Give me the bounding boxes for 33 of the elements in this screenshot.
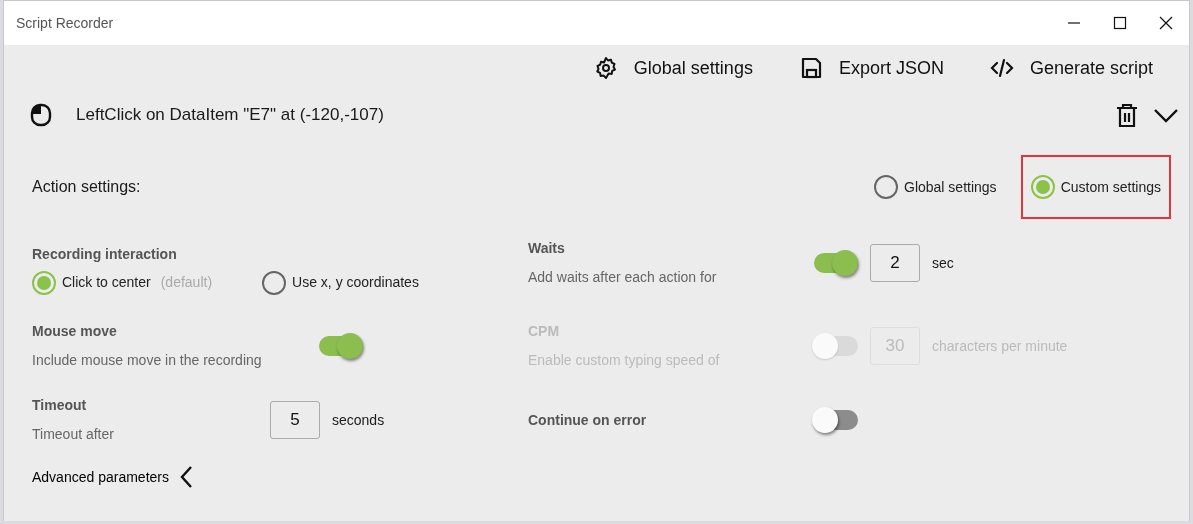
toggle-switch[interactable] xyxy=(319,336,363,356)
number-field[interactable]: 2 xyxy=(870,244,920,282)
chevron-icon[interactable] xyxy=(1153,107,1179,123)
settings-button[interactable]: Global settings xyxy=(593,54,753,82)
maximize-icon[interactable] xyxy=(1113,16,1127,30)
setting-title: Continue on error xyxy=(528,410,648,430)
toggle-switch[interactable] xyxy=(814,410,858,430)
radio-option[interactable]: Use x, y coordinates xyxy=(262,270,419,295)
unit-label: sec xyxy=(932,253,954,273)
close-icon[interactable] xyxy=(1159,16,1173,30)
window-title: Script Recorder xyxy=(16,13,114,33)
action-title: LeftClick on DataItem "E7" at (-120,-107) xyxy=(76,104,385,127)
setting-title: Recording interaction xyxy=(32,244,178,264)
setting-description: Add waits after each action for xyxy=(528,268,718,287)
code-button[interactable]: Generate script xyxy=(989,54,1153,82)
setting-title: Mouse move xyxy=(32,322,118,341)
toggle-switch[interactable] xyxy=(814,253,858,273)
setting-title: Waits xyxy=(528,239,566,258)
code-icon xyxy=(989,56,1014,80)
export-button[interactable]: Export JSON xyxy=(798,54,944,82)
setting-title: Timeout xyxy=(32,396,88,415)
setting-description: Timeout after xyxy=(32,425,115,444)
delete-icon[interactable] xyxy=(1115,102,1139,128)
unit-label: seconds xyxy=(332,410,385,430)
gear-icon xyxy=(593,56,618,80)
advanced-parameters-toggle[interactable]: Advanced parameters xyxy=(32,465,1189,489)
radio-option[interactable]: Custom settings xyxy=(1022,157,1169,217)
radio-option[interactable]: Click to center (default) xyxy=(32,270,213,295)
section-label: Action settings: xyxy=(32,177,142,197)
number-field[interactable]: 5 xyxy=(270,401,320,439)
mouse-icon xyxy=(30,103,52,127)
radio-option[interactable]: Global settings xyxy=(874,175,997,199)
setting-description: Include mouse move in the recording xyxy=(32,351,263,370)
